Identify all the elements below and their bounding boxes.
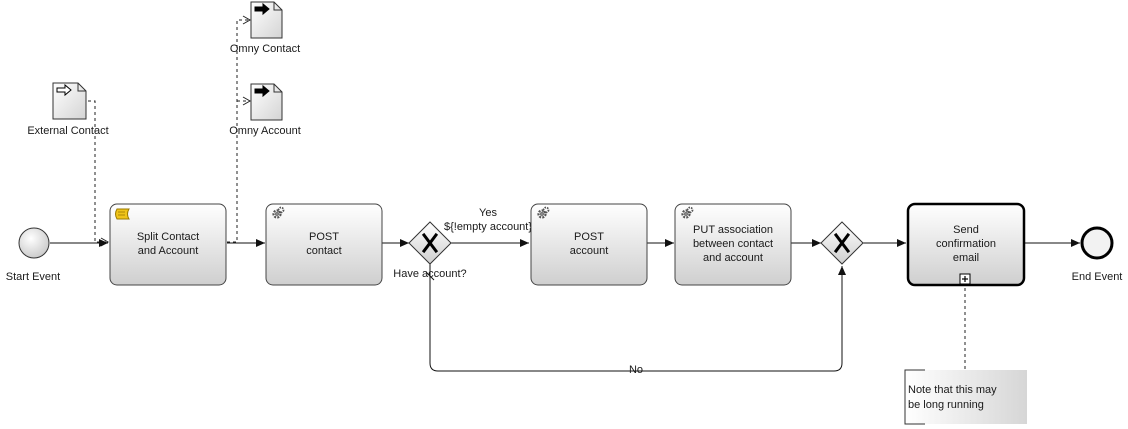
task-post-account[interactable]: POST account: [530, 203, 648, 286]
omny-account-label: Omny Account: [229, 125, 301, 137]
expand-marker-icon[interactable]: [959, 273, 971, 285]
start-event-label: Start Event: [6, 271, 60, 283]
data-object-omny-contact[interactable]: [250, 1, 283, 39]
end-event-label: End Event: [1072, 271, 1123, 283]
no-flow-label: No: [629, 364, 643, 376]
post-contact-line1: POST: [309, 231, 339, 243]
task-send-confirmation-email[interactable]: Send confirmation email: [906, 202, 1026, 287]
split-task-line1: Split Contact: [137, 231, 199, 243]
external-contact-label: External Contact: [27, 125, 108, 137]
yes-flow-condition: ${!empty account}: [444, 221, 532, 233]
omny-contact-label: Omny Contact: [230, 43, 300, 55]
send-email-line3: email: [953, 252, 979, 264]
start-event[interactable]: [18, 227, 50, 259]
task-post-contact[interactable]: POST contact: [265, 203, 383, 286]
annotation-line2: be long running: [908, 399, 984, 411]
yes-flow-label: Yes: [479, 207, 497, 219]
bpmn-diagram: Start Event End Event External Contact O…: [6, 1, 1123, 425]
data-object-external-contact[interactable]: [52, 82, 87, 120]
gateway-merge[interactable]: [820, 221, 864, 265]
text-annotation[interactable]: Note that this may be long running: [904, 369, 1027, 425]
send-email-line1: Send: [953, 224, 979, 236]
script-icon: [115, 208, 130, 220]
split-task-line2: and Account: [138, 245, 199, 257]
task-put-association[interactable]: PUT association between contact and acco…: [674, 203, 792, 286]
annotation-line1: Note that this may: [908, 384, 997, 396]
put-assoc-line1: PUT association: [693, 224, 773, 236]
send-email-line2: confirmation: [936, 238, 996, 250]
assoc-external-contact-to-split: [88, 100, 110, 247]
post-account-line2: account: [570, 245, 609, 257]
task-split-contact-and-account[interactable]: Split Contact and Account: [109, 203, 227, 286]
put-assoc-line3: and account: [703, 252, 763, 264]
put-assoc-line2: between contact: [693, 238, 773, 250]
end-event[interactable]: [1080, 226, 1114, 260]
post-contact-line2: contact: [306, 245, 341, 257]
data-object-omny-account[interactable]: [250, 83, 283, 121]
post-account-line1: POST: [574, 231, 604, 243]
gateway-label: Have account?: [393, 268, 466, 280]
